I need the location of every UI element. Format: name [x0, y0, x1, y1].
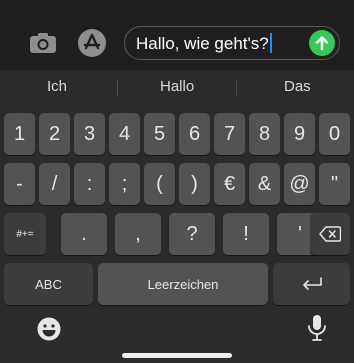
- key-period[interactable]: .: [61, 213, 107, 255]
- key-close-paren[interactable]: ): [179, 163, 210, 205]
- key-comma[interactable]: ,: [115, 213, 161, 255]
- message-composer: Hallo, wie geht's?: [0, 0, 354, 70]
- key-ampersand[interactable]: &: [249, 163, 280, 205]
- prediction-divider: [117, 79, 118, 97]
- key-open-paren[interactable]: (: [144, 163, 175, 205]
- key-0[interactable]: 0: [319, 113, 350, 155]
- key-6[interactable]: 6: [179, 113, 210, 155]
- key-at[interactable]: @: [284, 163, 315, 205]
- key-quote[interactable]: ": [319, 163, 350, 205]
- predictive-bar: Ich Hallo Das: [0, 70, 354, 106]
- prediction-divider: [236, 79, 237, 97]
- prediction-2[interactable]: Hallo: [160, 78, 194, 95]
- key-more-symbols[interactable]: #+=: [4, 213, 46, 255]
- text-caret: [269, 33, 272, 53]
- prediction-3[interactable]: Das: [284, 78, 311, 95]
- return-icon: [302, 277, 322, 290]
- microphone-icon[interactable]: [306, 313, 328, 343]
- camera-icon[interactable]: [29, 32, 57, 54]
- home-indicator[interactable]: [122, 353, 232, 358]
- app-store-icon[interactable]: [77, 28, 107, 58]
- delete-key[interactable]: [310, 213, 350, 255]
- key-semicolon[interactable]: ;: [109, 163, 140, 205]
- space-key[interactable]: Leerzeichen: [98, 263, 268, 305]
- key-exclamation[interactable]: !: [223, 213, 269, 255]
- key-5[interactable]: 5: [144, 113, 175, 155]
- key-colon[interactable]: :: [74, 163, 105, 205]
- key-7[interactable]: 7: [214, 113, 245, 155]
- emoji-icon[interactable]: [36, 316, 62, 342]
- key-8[interactable]: 8: [249, 113, 280, 155]
- keyboard-screen: Hallo, wie geht's? Ich Hallo Das 1 2 3 4…: [0, 0, 354, 363]
- key-3[interactable]: 3: [74, 113, 105, 155]
- prediction-1[interactable]: Ich: [47, 78, 67, 95]
- key-euro[interactable]: €: [214, 163, 245, 205]
- key-slash[interactable]: /: [39, 163, 70, 205]
- key-1[interactable]: 1: [4, 113, 35, 155]
- send-arrow-icon: [315, 36, 329, 51]
- abc-key[interactable]: ABC: [4, 263, 93, 305]
- key-2[interactable]: 2: [39, 113, 70, 155]
- send-button[interactable]: [309, 30, 335, 56]
- return-key[interactable]: [273, 263, 350, 305]
- key-9[interactable]: 9: [284, 113, 315, 155]
- key-4[interactable]: 4: [109, 113, 140, 155]
- key-question[interactable]: ?: [169, 213, 215, 255]
- backspace-icon: [319, 226, 341, 242]
- message-text: Hallo, wie geht's?: [136, 33, 272, 54]
- key-hyphen[interactable]: -: [4, 163, 35, 205]
